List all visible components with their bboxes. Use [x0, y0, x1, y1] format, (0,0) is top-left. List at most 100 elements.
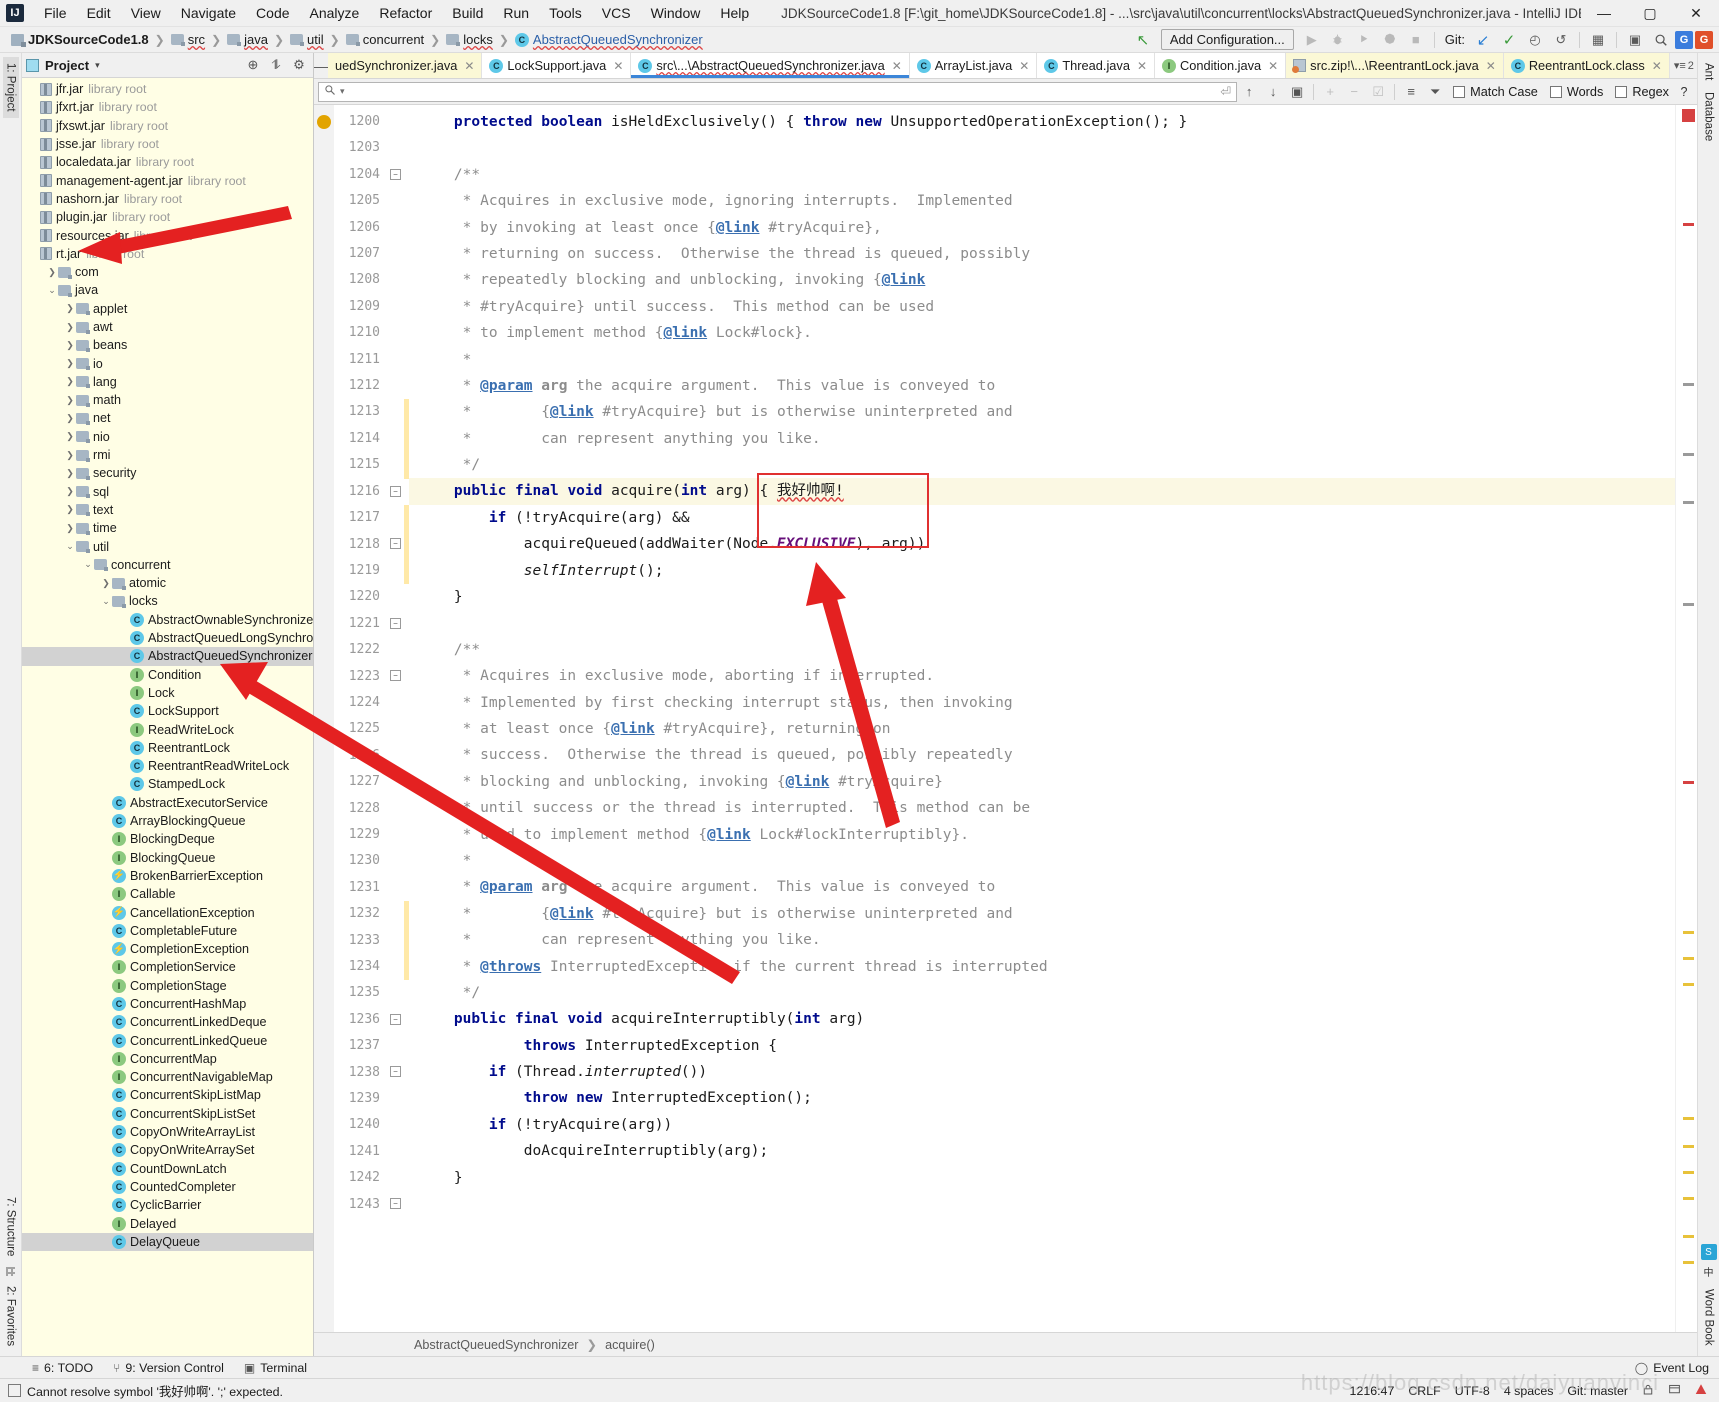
tree-item-brokenbarrierexception[interactable]: ⚡ BrokenBarrierException [22, 867, 313, 885]
tree-item-management-agent-jar[interactable]: management-agent.jar library root [22, 171, 313, 189]
tree-item-stampedlock[interactable]: C StampedLock [22, 775, 313, 793]
chevron-right-icon[interactable]: ❯ [64, 411, 76, 425]
find-next-icon[interactable]: ↓ [1261, 81, 1285, 103]
add-configuration-button[interactable]: Add Configuration... [1160, 29, 1294, 50]
chevron-right-icon[interactable]: ❯ [46, 265, 58, 279]
tree-item-math[interactable]: ❯ math [22, 391, 313, 409]
breadcrumb-src[interactable]: src [166, 31, 210, 48]
chevron-right-icon[interactable]: ❯ [64, 485, 76, 499]
code-line[interactable]: * @param arg the acquire argument. This … [409, 373, 1675, 399]
code-line[interactable]: * until success or the thread is interru… [409, 795, 1675, 821]
occurrence-stripe-marker[interactable] [1683, 453, 1694, 456]
search-input[interactable]: ▾ ⏎ [318, 81, 1238, 102]
run-with-coverage-icon[interactable]: ⯈ [1352, 29, 1376, 51]
menu-navigate[interactable]: Navigate [171, 3, 246, 23]
rail-tab-favorites[interactable]: 2: Favorites [3, 1280, 19, 1352]
regex-checkbox[interactable]: Regex [1609, 85, 1675, 99]
fold-toggle-icon[interactable]: − [390, 1013, 401, 1025]
tree-item-concurrentlinkeddeque[interactable]: C ConcurrentLinkedDeque [22, 1013, 313, 1031]
error-count-icon[interactable] [1682, 109, 1695, 122]
warning-stripe-marker[interactable] [1683, 1261, 1694, 1264]
tree-item-concurrentmap[interactable]: I ConcurrentMap [22, 1050, 313, 1068]
code-line[interactable]: */ [409, 980, 1675, 1006]
match-case-checkbox[interactable]: Match Case [1447, 85, 1544, 99]
code-line[interactable]: * [409, 848, 1675, 874]
translate-google-icon[interactable]: G [1675, 30, 1693, 49]
tree-item-blockingqueue[interactable]: I BlockingQueue [22, 848, 313, 866]
occurrence-stripe-marker[interactable] [1683, 603, 1694, 606]
fold-toggle-icon[interactable]: − [390, 1198, 401, 1210]
editor-tab-5[interactable]: I Condition.java ✕ [1155, 53, 1287, 78]
tree-item-arrayblockingqueue[interactable]: C ArrayBlockingQueue [22, 812, 313, 830]
code-line[interactable]: * by invoking at least once {@link #tryA… [409, 215, 1675, 241]
rail-tab-structure[interactable]: 7: Structure [3, 1191, 19, 1262]
warning-stripe-marker[interactable] [1683, 931, 1694, 934]
project-tree[interactable]: jfr.jar library root jfxrt.jar library root… [22, 78, 313, 1356]
tree-item-blockingdeque[interactable]: I BlockingDeque [22, 830, 313, 848]
chevron-down-icon[interactable]: ⌄ [82, 558, 94, 572]
code-line[interactable]: * Implemented by first checking interrup… [409, 690, 1675, 716]
find-prev-icon[interactable]: ↑ [1237, 81, 1261, 103]
editor-tab-0[interactable]: uedSynchronizer.java ✕ [328, 53, 483, 78]
tree-item-atomic[interactable]: ❯ atomic [22, 574, 313, 592]
words-checkbox[interactable]: Words [1544, 85, 1609, 99]
menu-edit[interactable]: Edit [77, 3, 121, 23]
code-line[interactable]: * can represent anything you like. [409, 927, 1675, 953]
tree-item-completionexception[interactable]: ⚡ CompletionException [22, 940, 313, 958]
code-line[interactable]: selfInterrupt(); [409, 558, 1675, 584]
tree-item-concurrent[interactable]: ⌄ concurrent [22, 556, 313, 574]
tree-item-completionservice[interactable]: I CompletionService [22, 958, 313, 976]
tool-todo[interactable]: ≡ 6: TODO [32, 1361, 93, 1375]
menu-code[interactable]: Code [246, 3, 299, 23]
code-line[interactable]: doAcquireInterruptibly(arg); [409, 1138, 1675, 1164]
menu-analyze[interactable]: Analyze [300, 3, 370, 23]
warning-stripe-marker[interactable] [1683, 1171, 1694, 1174]
chevron-right-icon[interactable]: ❯ [64, 393, 76, 407]
menu-refactor[interactable]: Refactor [369, 3, 442, 23]
chinese-ime-icon[interactable]: 中 [1704, 1264, 1714, 1279]
translate-alt-icon[interactable]: G [1695, 30, 1713, 49]
close-icon[interactable]: ✕ [892, 59, 902, 73]
tree-item-io[interactable]: ❯ io [22, 354, 313, 372]
chevron-right-icon[interactable]: ❯ [100, 576, 112, 590]
code-line[interactable]: } [409, 584, 1675, 610]
menu-help[interactable]: Help [710, 3, 759, 23]
breadcrumb-method-name[interactable]: acquire() [605, 1338, 655, 1352]
error-indicator-icon[interactable] [1695, 1383, 1707, 1399]
tree-item-text[interactable]: ❯ text [22, 501, 313, 519]
code-line[interactable]: * to implement method {@link Lock#lock}. [409, 320, 1675, 346]
chevron-right-icon[interactable]: ❯ [64, 302, 76, 316]
error-stripe-marker[interactable] [1683, 223, 1694, 226]
editor-tab-3[interactable]: C ArrayList.java ✕ [909, 53, 1038, 78]
code-line[interactable] [409, 610, 1675, 636]
tree-item-time[interactable]: ❯ time [22, 519, 313, 537]
menu-run[interactable]: Run [493, 3, 539, 23]
tree-item-abstractownablesynchronizer[interactable]: C AbstractOwnableSynchronizer [22, 611, 313, 629]
code-line[interactable]: throw new InterruptedException(); [409, 1085, 1675, 1111]
back-arrow-icon[interactable]: ↖ [1131, 29, 1155, 51]
chevron-right-icon[interactable]: ❯ [64, 320, 76, 334]
code-line[interactable]: * @throws InterruptedException if the cu… [409, 954, 1675, 980]
close-icon[interactable]: ✕ [613, 59, 623, 73]
tree-item-rt-jar[interactable]: rt.jar library root [22, 245, 313, 263]
tree-item-completablefuture[interactable]: C CompletableFuture [22, 922, 313, 940]
tree-item-callable[interactable]: I Callable [22, 885, 313, 903]
search-history-chevron-icon[interactable]: ▾ [340, 86, 345, 97]
tree-item-completionstage[interactable]: I CompletionStage [22, 977, 313, 995]
warning-stripe-marker[interactable] [1683, 983, 1694, 986]
tree-item-plugin-jar[interactable]: plugin.jar library root [22, 208, 313, 226]
tree-item-rmi[interactable]: ❯ rmi [22, 446, 313, 464]
profile-icon[interactable]: ⯄ [1378, 29, 1402, 51]
tree-item-countdownlatch[interactable]: C CountDownLatch [22, 1160, 313, 1178]
chevron-down-icon[interactable]: ⌄ [100, 594, 112, 608]
code-line[interactable]: */ [409, 452, 1675, 478]
preview-icon[interactable]: ▣ [1623, 29, 1647, 51]
fold-toggle-icon[interactable]: − [390, 670, 401, 682]
breadcrumb-java[interactable]: java [222, 31, 273, 48]
code-line[interactable]: * [409, 347, 1675, 373]
code-folding-gutter[interactable]: − − − − − − − − [388, 105, 404, 1332]
editor-tab-4[interactable]: C Thread.java ✕ [1037, 53, 1155, 78]
close-icon[interactable]: ✕ [1486, 59, 1496, 73]
close-icon[interactable]: ✕ [464, 59, 474, 73]
tree-item-jfr-jar[interactable]: jfr.jar library root [22, 80, 313, 98]
